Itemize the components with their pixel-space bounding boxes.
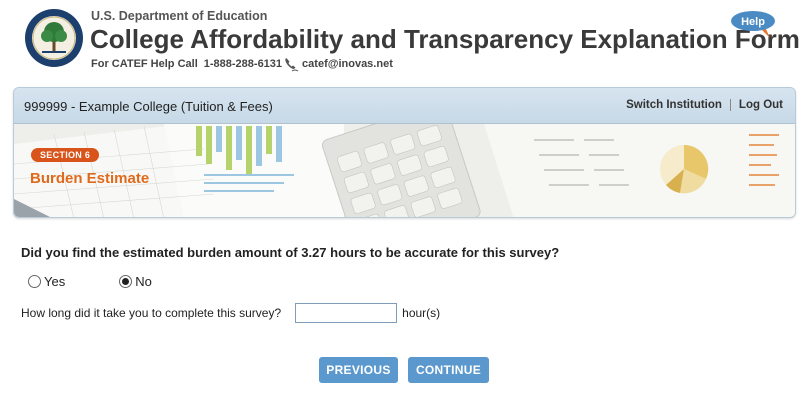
radio-yes[interactable]: Yes — [28, 274, 65, 289]
department-name: U.S. Department of Education — [91, 9, 268, 23]
institution-bar: 999999 - Example College (Tuition & Fees… — [14, 88, 795, 124]
institution-banner: 999999 - Example College (Tuition & Fees… — [13, 87, 796, 218]
continue-button[interactable]: CONTINUE — [408, 357, 489, 383]
radio-no[interactable]: No — [119, 274, 152, 289]
hours-unit-label: hour(s) — [402, 306, 441, 320]
help-contact-line: For CATEF Help Call 1-888-288-6131 catef… — [91, 56, 393, 72]
institution-name: 999999 - Example College (Tuition & Fees… — [24, 99, 273, 114]
previous-button[interactable]: PREVIOUS — [319, 357, 398, 383]
radio-yes-label: Yes — [44, 274, 66, 289]
section-badge: SECTION 6 — [31, 148, 100, 162]
department-seal-icon — [25, 9, 83, 67]
help-button-label: Help — [741, 16, 765, 28]
help-phone-number: 1-888-288-6131 — [203, 58, 283, 70]
completion-time-input[interactable] — [295, 303, 398, 323]
log-out-link[interactable]: Log Out — [739, 99, 783, 111]
burden-answer-options: Yes No — [28, 274, 152, 289]
help-call-text: For CATEF Help Call — [91, 58, 198, 70]
radio-no-circle[interactable] — [119, 275, 133, 288]
completion-time-row: How long did it take you to complete thi… — [21, 303, 440, 323]
radio-no-label: No — [135, 274, 152, 289]
form-title: College Affordability and Transparency E… — [90, 24, 800, 54]
radio-selected-dot — [122, 278, 130, 285]
help-button[interactable]: Help — [730, 10, 776, 40]
section-title: Burden Estimate — [30, 170, 150, 187]
help-email[interactable]: catef@inovas.net — [302, 58, 393, 70]
navigation-buttons: PREVIOUS CONTINUE — [319, 357, 489, 383]
phone-icon — [285, 58, 299, 72]
radio-yes-circle[interactable] — [28, 275, 41, 288]
link-divider — [729, 99, 731, 111]
completion-time-question: How long did it take you to complete thi… — [21, 306, 282, 320]
switch-institution-link[interactable]: Switch Institution — [626, 99, 722, 111]
burden-question: Did you find the estimated burden amount… — [21, 245, 560, 260]
account-links: Switch Institution Log Out — [626, 99, 783, 111]
page-header: U.S. Department of Education College Aff… — [0, 0, 808, 80]
